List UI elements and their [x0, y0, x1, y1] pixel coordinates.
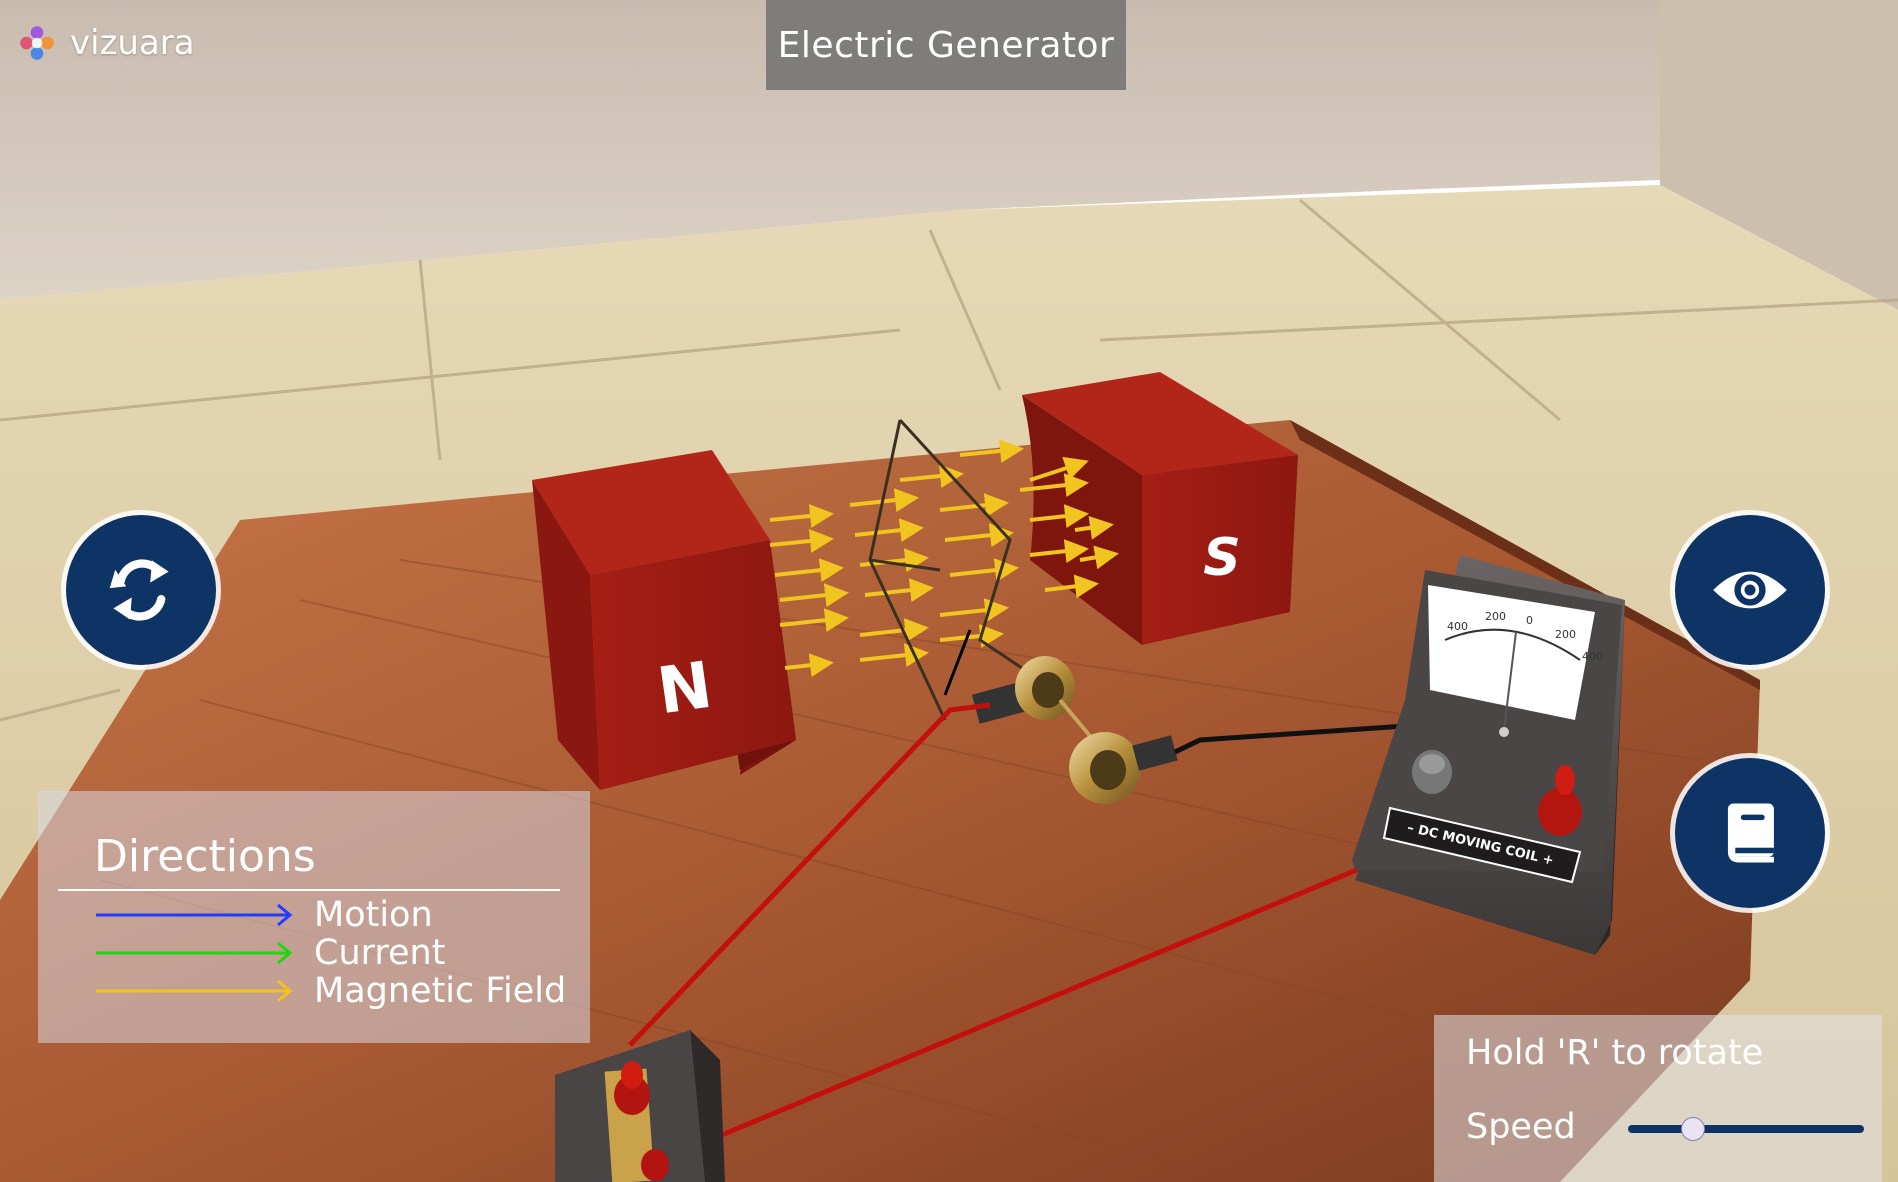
legend-motion-label: Motion	[314, 895, 433, 935]
meter-scale-2: 200	[1485, 610, 1506, 623]
magnetic-field-arrow-icon	[96, 979, 293, 1003]
vizuara-logo-icon	[20, 26, 54, 60]
legend-current: Current	[94, 933, 446, 973]
speed-label: Speed	[1466, 1107, 1576, 1147]
controls-panel: Hold 'R' to rotate Speed	[1434, 1015, 1882, 1182]
legend-motion: Motion	[94, 895, 433, 935]
book-icon	[1727, 803, 1774, 863]
page-title: Electric Generator	[766, 0, 1126, 90]
rotate-refresh-icon	[109, 559, 169, 621]
north-label: N	[653, 649, 716, 730]
directions-title: Directions	[94, 831, 316, 882]
rotate-hint: Hold 'R' to rotate	[1466, 1033, 1764, 1073]
speed-slider[interactable]	[1628, 1117, 1864, 1141]
meter-red-terminal[interactable]	[1538, 788, 1582, 836]
eye-icon	[1713, 571, 1787, 609]
meter-scale-5: 400	[1582, 650, 1603, 663]
brand-name: vizuara	[70, 23, 195, 63]
meter-scale-3: 0	[1526, 614, 1533, 627]
current-arrow-icon	[96, 941, 293, 965]
book-button[interactable]	[1675, 758, 1825, 908]
view-button[interactable]	[1675, 515, 1825, 665]
meter-scale-4: 200	[1555, 628, 1576, 641]
legend-magnetic-field-label: Magnetic Field	[314, 971, 567, 1011]
motion-arrow-icon	[96, 903, 293, 927]
speed-slider-thumb[interactable]	[1680, 1117, 1705, 1141]
rotate-view-button[interactable]	[66, 515, 216, 665]
legend-current-label: Current	[314, 933, 446, 973]
directions-legend: Directions Motion Current Magnetic Field	[38, 791, 590, 1043]
directions-divider	[58, 889, 560, 891]
south-label: S	[1203, 528, 1240, 588]
meter-scale-1: 400	[1447, 620, 1468, 633]
legend-magnetic-field: Magnetic Field	[94, 971, 567, 1011]
page-title-text: Electric Generator	[777, 24, 1115, 66]
brand-logo[interactable]: vizuara	[16, 22, 195, 64]
